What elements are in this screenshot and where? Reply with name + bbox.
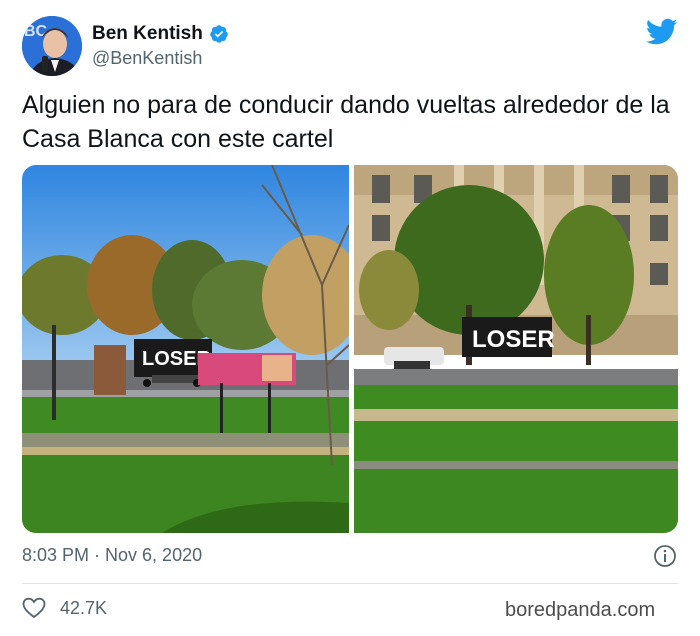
author-name[interactable]: Ben Kentish	[92, 23, 203, 45]
svg-text:BC: BC	[24, 23, 48, 40]
tweet-text: Alguien no para de conducir dando vuelta…	[22, 91, 670, 153]
tweet-photo-2[interactable]: LOSER	[354, 165, 678, 533]
svg-text:LOSER: LOSER	[472, 326, 555, 353]
heart-icon[interactable]	[22, 597, 46, 619]
author-handle[interactable]: @BenKentish	[92, 48, 202, 69]
watermark: boredpanda.com	[505, 599, 656, 621]
tweet-photo-1[interactable]: LOSER	[22, 165, 349, 533]
info-icon[interactable]	[653, 544, 677, 568]
divider	[22, 583, 678, 584]
avatar[interactable]: BC	[22, 16, 82, 76]
like-count: 42.7K	[60, 598, 108, 618]
verified-icon	[210, 25, 228, 43]
tweet-timestamp[interactable]: 8:03 PM · Nov 6, 2020	[22, 545, 202, 566]
twitter-bird-icon	[646, 18, 678, 45]
